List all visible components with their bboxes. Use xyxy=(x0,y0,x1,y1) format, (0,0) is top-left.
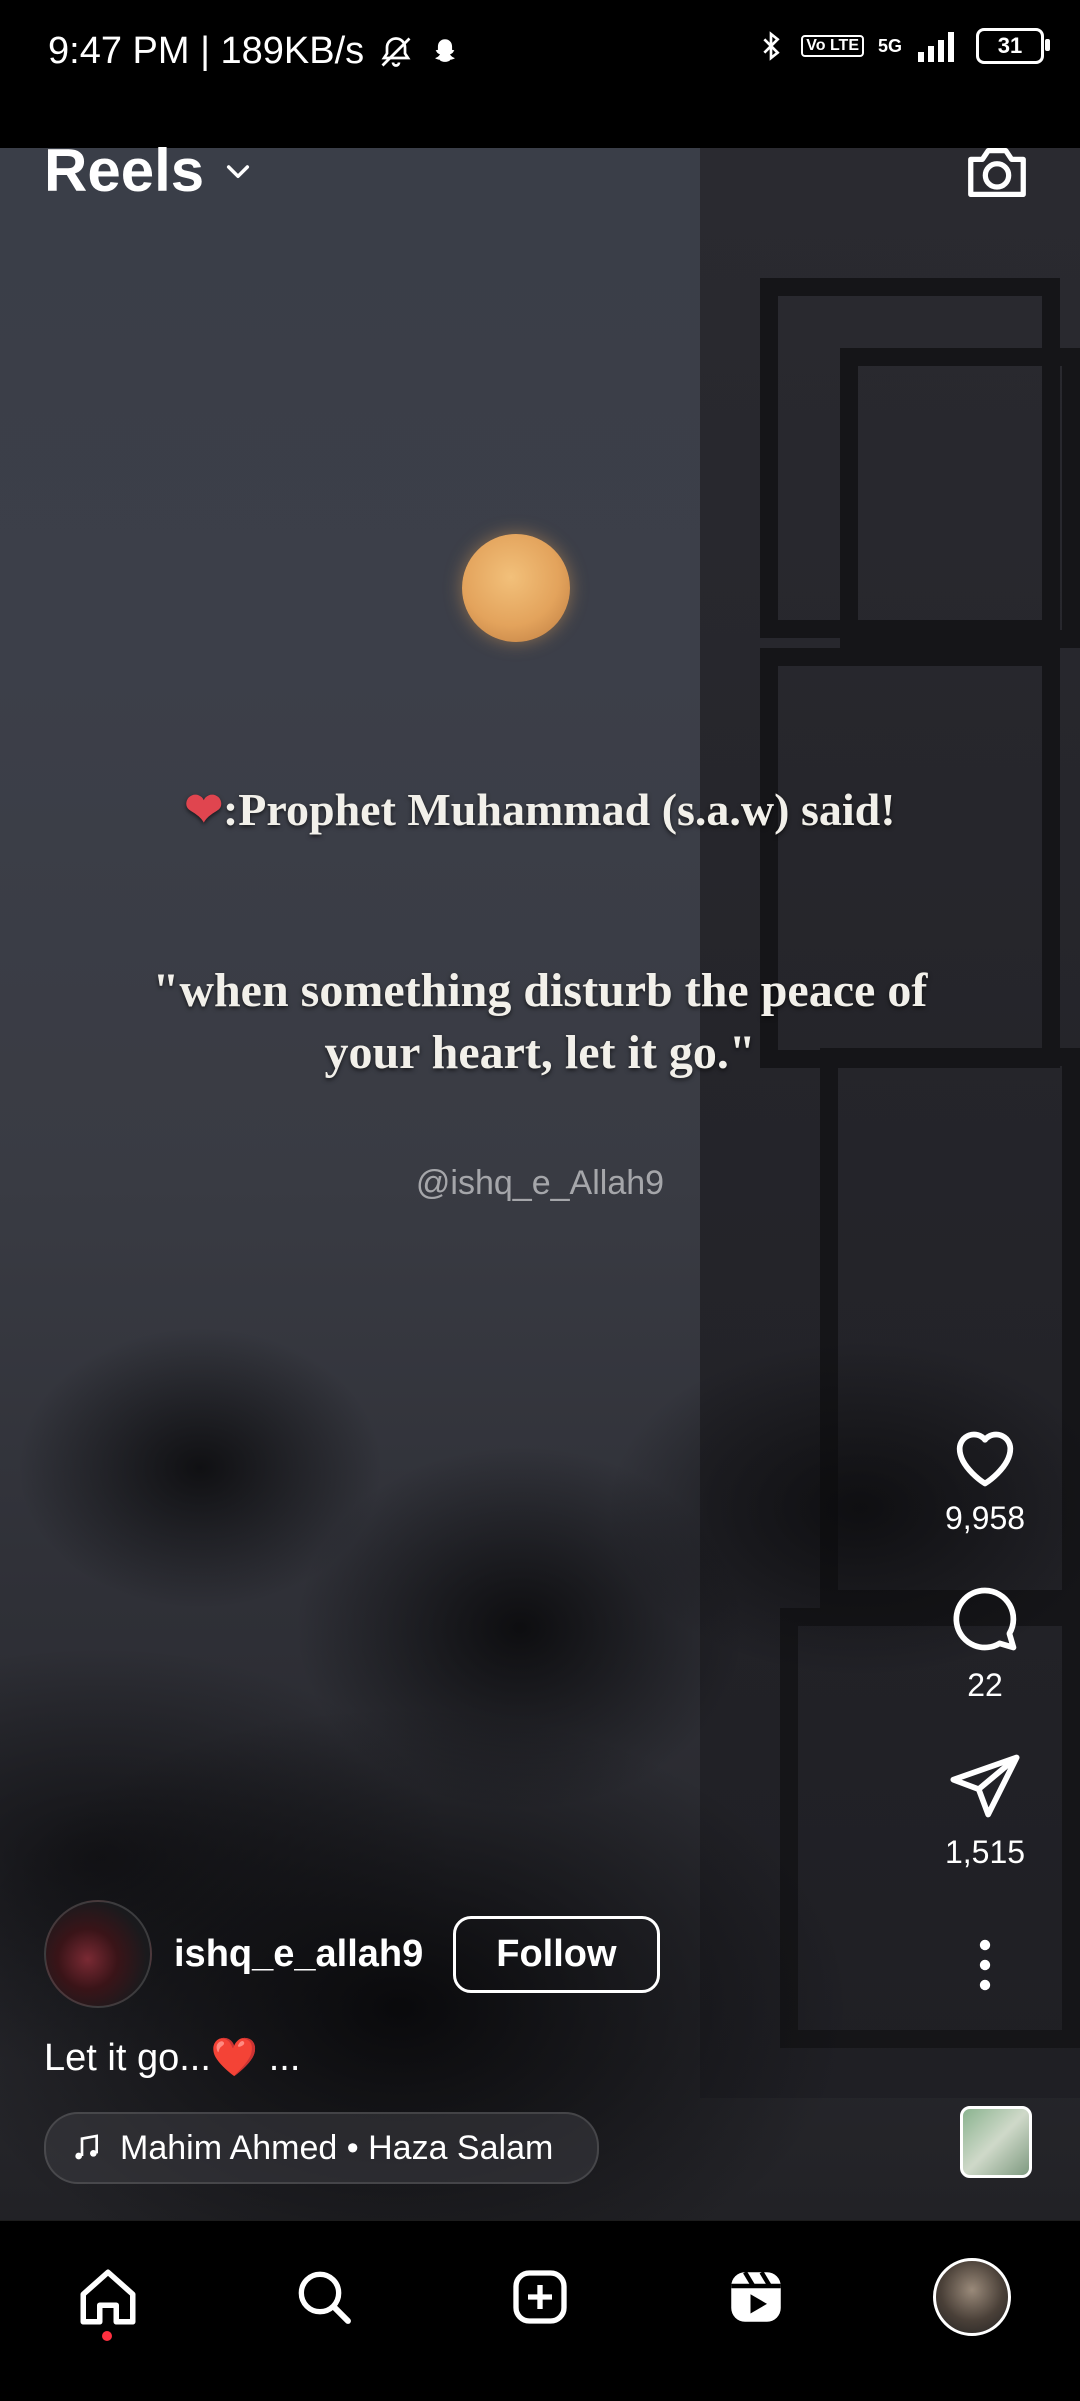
anatomical-heart-emoji: ❤ xyxy=(184,784,223,835)
status-right: Vo LTE 5G 31 xyxy=(755,28,1050,64)
comment-action[interactable]: 22 xyxy=(947,1581,1023,1704)
send-icon[interactable] xyxy=(947,1748,1023,1824)
like-action[interactable]: 9,958 xyxy=(945,1420,1025,1537)
username[interactable]: ishq_e_allah9 xyxy=(174,1933,423,1976)
more-options-button[interactable] xyxy=(965,1935,1005,2000)
audio-pill[interactable]: Mahim Ahmed • Haza Salam xyxy=(44,2112,600,2184)
snapchat-icon xyxy=(435,38,456,62)
create-icon[interactable] xyxy=(508,2265,572,2329)
post-caption[interactable]: Let it go...❤️ ... xyxy=(44,2036,300,2080)
battery-indicator: 31 xyxy=(976,28,1050,64)
quote-body: "when something disturb the peace of you… xyxy=(152,964,928,1079)
comment-icon[interactable] xyxy=(947,1581,1023,1657)
nav-search[interactable] xyxy=(284,2257,364,2337)
lattice-panel xyxy=(840,348,1080,648)
mute-bell-icon xyxy=(381,36,411,67)
heart-icon[interactable] xyxy=(947,1420,1023,1490)
signal-icon xyxy=(918,32,954,62)
camera-icon[interactable] xyxy=(962,136,1032,206)
avatar[interactable] xyxy=(44,1900,152,2008)
music-note-icon xyxy=(75,2134,98,2160)
camera-button[interactable] xyxy=(962,136,1032,211)
follow-button[interactable]: Follow xyxy=(453,1915,660,1993)
comment-count: 22 xyxy=(967,1667,1003,1703)
status-time-speed: 9:47 PM | 189KB/s xyxy=(48,30,365,72)
share-count: 1,515 xyxy=(944,1834,1026,1870)
video-watermark: @ishq_e_Allah9 xyxy=(415,1164,665,1202)
status-bar: 9:47 PM | 189KB/s Vo LTE 5G 31 xyxy=(0,0,1080,148)
bluetooth-icon xyxy=(763,31,780,61)
search-icon[interactable] xyxy=(292,2265,356,2329)
nav-home[interactable] xyxy=(68,2257,148,2337)
moon xyxy=(462,534,570,642)
post-author: ishq_e_allah9 Follow xyxy=(44,1900,660,2008)
audio-title: Mahim Ahmed • Haza Salam xyxy=(120,2128,554,2167)
home-icon[interactable] xyxy=(75,2264,141,2330)
bottom-navigation xyxy=(0,2220,1080,2401)
share-action[interactable]: 1,515 xyxy=(945,1748,1025,1871)
volte-badge: Vo LTE xyxy=(801,35,864,57)
nav-reels[interactable] xyxy=(716,2257,796,2337)
nav-create[interactable] xyxy=(500,2257,580,2337)
reel-actions: 9,958 22 1,515 xyxy=(920,1420,1050,2000)
reels-icon[interactable] xyxy=(723,2264,789,2330)
more-vertical-icon[interactable] xyxy=(965,1935,1005,1995)
home-indicator-dot xyxy=(102,2331,112,2341)
profile-avatar[interactable] xyxy=(933,2258,1011,2336)
battery-level: 31 xyxy=(997,33,1023,58)
nav-profile[interactable] xyxy=(932,2257,1012,2337)
like-count: 9,958 xyxy=(944,1500,1026,1536)
status-left: 9:47 PM | 189KB/s xyxy=(48,30,462,73)
network-type: 5G xyxy=(877,36,902,56)
reels-header[interactable]: Reels xyxy=(44,136,254,205)
audio-thumbnail[interactable] xyxy=(960,2106,1032,2178)
page-title[interactable]: Reels xyxy=(44,136,204,205)
quote-heading: ❤:Prophet Muhammad (s.a.w) said! xyxy=(184,784,896,835)
chevron-down-icon[interactable] xyxy=(222,155,254,187)
